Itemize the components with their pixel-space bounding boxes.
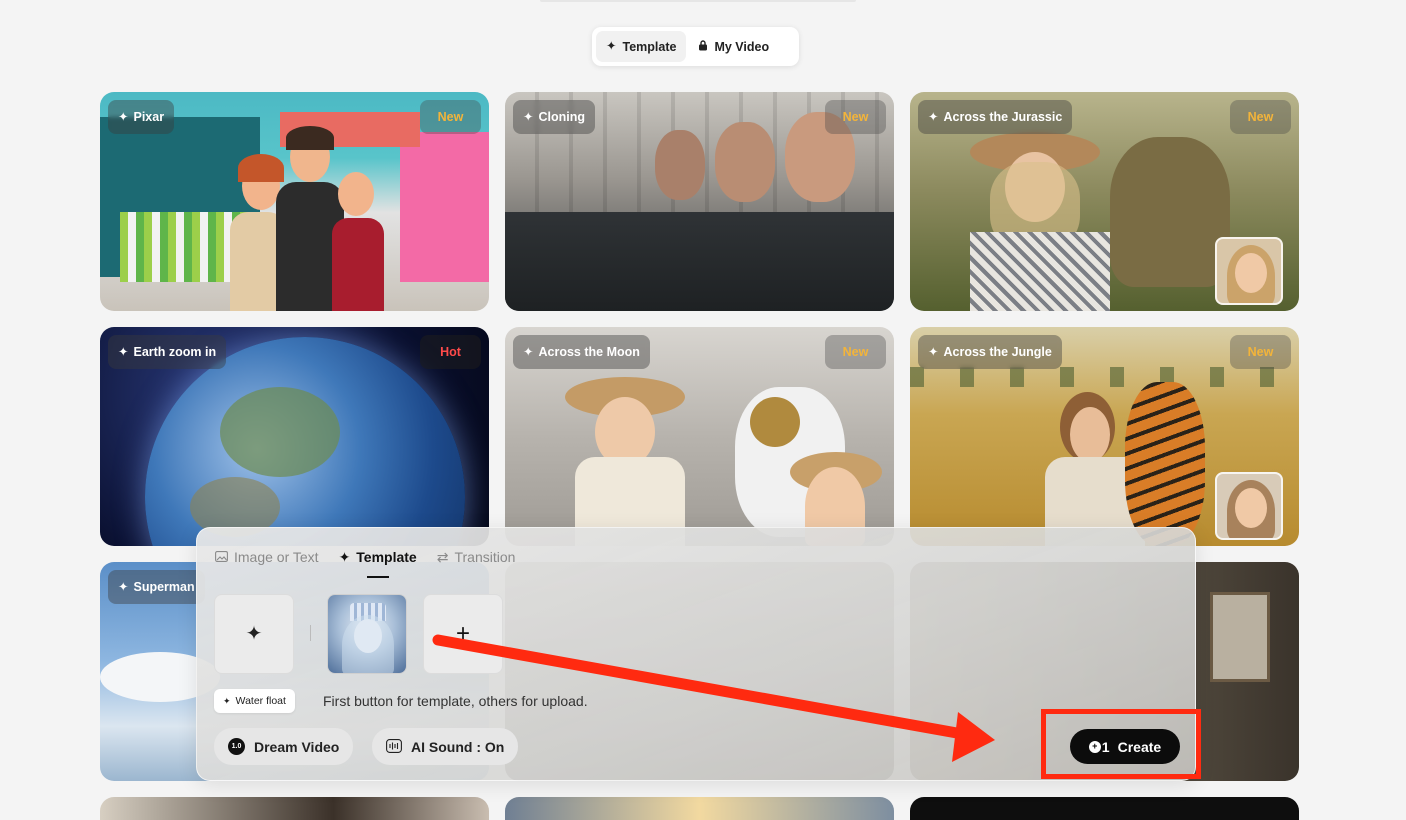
sparkle-icon: ✦ [338, 549, 351, 565]
new-badge: New [825, 335, 886, 369]
uploaded-image [328, 595, 406, 673]
card-image [505, 797, 894, 820]
sound-wave-icon [386, 738, 402, 755]
new-badge: New [1230, 100, 1291, 134]
card-title-tag: ✦ Earth zoom in [108, 335, 227, 369]
card-title: Across the Jungle [943, 345, 1052, 359]
selected-template-chip[interactable]: ✦ Water float [214, 689, 295, 713]
sound-label: AI Sound : On [411, 738, 505, 755]
template-card-jungle[interactable]: ✦ Across the Jungle New [910, 327, 1299, 546]
card-title-tag: ✦ Across the Jungle [918, 335, 1062, 369]
uploaded-image-slot[interactable] [327, 594, 407, 674]
reference-face-thumbnail [1215, 472, 1283, 540]
card-title: Superman [133, 580, 195, 594]
sparkle-icon: ✦ [928, 344, 939, 359]
sparkle-icon: ✦ [928, 109, 939, 124]
slot-divider [310, 625, 311, 641]
card-title-tag: ✦ Pixar [108, 100, 175, 134]
template-select-button[interactable]: ✦ [214, 594, 294, 674]
card-title: Across the Jurassic [943, 110, 1063, 124]
panel-tabs: Image or Text ✦ Template ⇄ Transition [215, 546, 516, 578]
mode-switch: ✦ Template My Video [592, 27, 799, 66]
sparkle-icon: ✦ [245, 623, 263, 645]
my-video-button[interactable]: My Video [688, 31, 779, 62]
model-select-button[interactable]: 1.0 Dream Video [214, 728, 354, 765]
card-image [100, 797, 489, 820]
helper-hint: First button for template, others for up… [323, 693, 588, 709]
create-cost: 1 [1101, 738, 1110, 755]
sparkle-icon: ✦ [523, 344, 534, 359]
template-card-jurassic[interactable]: ✦ Across the Jurassic New [910, 92, 1299, 311]
new-badge: New [825, 100, 886, 134]
card-title-tag: ✦ Across the Jurassic [918, 100, 1073, 134]
sparkle-icon: ✦ [118, 344, 129, 359]
template-mode-button[interactable]: ✦ Template [596, 31, 687, 62]
card-title: Across the Moon [538, 345, 640, 359]
template-card-row4-right[interactable] [910, 797, 1299, 820]
sparkle-icon: ✦ [118, 109, 129, 124]
card-title: Pixar [133, 110, 165, 124]
tab-template[interactable]: ✦ Template [338, 546, 417, 578]
template-card-cloning[interactable]: ✦ Cloning New [505, 92, 894, 311]
ai-sound-toggle[interactable]: AI Sound : On [372, 728, 519, 765]
top-bar-edge [540, 0, 856, 2]
template-card-row4-left[interactable] [100, 797, 489, 820]
new-badge: New [420, 100, 481, 134]
chip-label: Water float [235, 695, 286, 707]
card-title-tag: ✦ Superman [108, 570, 205, 604]
model-label: Dream Video [254, 738, 340, 755]
card-title: Earth zoom in [133, 345, 217, 359]
card-title-tag: ✦ Across the Moon [513, 335, 650, 369]
tab-label: Transition [454, 549, 516, 565]
sparkle-icon: ✦ [223, 695, 231, 706]
create-label: Create [1117, 738, 1162, 755]
credit-icon: + 1 [1088, 738, 1110, 755]
template-card-pixar[interactable]: ✦ Pixar New [100, 92, 489, 311]
tab-image-or-text[interactable]: Image or Text [215, 546, 319, 568]
my-video-label: My Video [714, 39, 770, 54]
template-card-row4-middle[interactable] [505, 797, 894, 820]
transition-icon: ⇄ [436, 549, 449, 565]
tab-label: Image or Text [234, 549, 319, 565]
sparkle-icon: ✦ [118, 579, 129, 594]
create-button[interactable]: + 1 Create [1070, 729, 1180, 764]
image-icon [215, 550, 228, 564]
model-version-icon: 1.0 [228, 738, 245, 755]
hot-badge: Hot [420, 335, 481, 369]
reference-face-thumbnail [1215, 237, 1283, 305]
sparkle-icon: ✦ [606, 39, 617, 54]
tab-transition[interactable]: ⇄ Transition [437, 546, 516, 568]
template-card-earth-zoom[interactable]: ✦ Earth zoom in Hot [100, 327, 489, 546]
plus-icon: + [455, 620, 470, 647]
new-badge: New [1230, 335, 1291, 369]
add-image-button[interactable]: + [423, 594, 503, 674]
template-card-moon[interactable]: ✦ Across the Moon New [505, 327, 894, 546]
sparkle-icon: ✦ [523, 109, 534, 124]
card-title: Cloning [538, 110, 585, 124]
lock-icon [698, 40, 708, 54]
template-mode-label: Template [622, 39, 677, 54]
tab-label: Template [356, 549, 417, 565]
card-image [910, 797, 1299, 820]
create-panel: Image or Text ✦ Template ⇄ Transition ✦ … [196, 527, 1196, 781]
card-title-tag: ✦ Cloning [513, 100, 595, 134]
